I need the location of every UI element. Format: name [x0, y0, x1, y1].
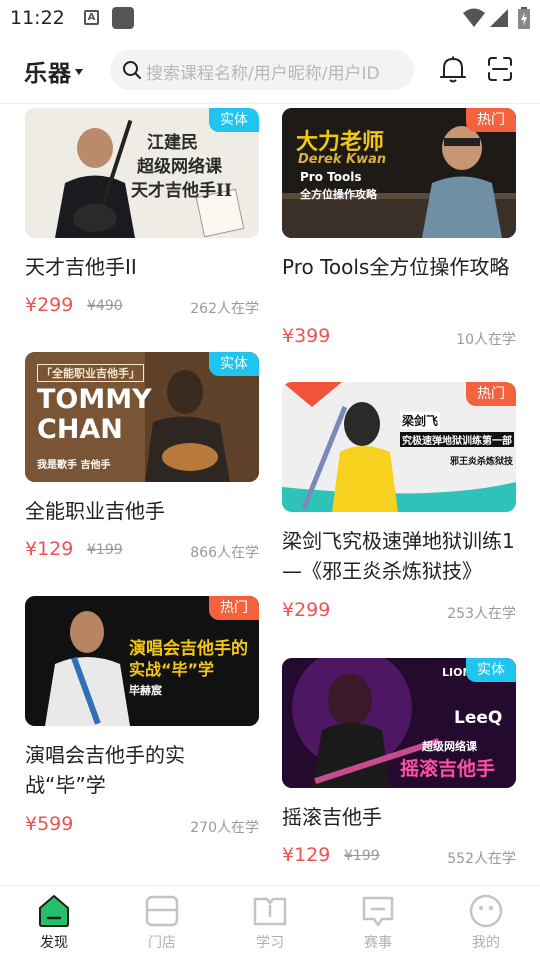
thumb-text: 全方位操作攻略: [300, 188, 377, 201]
thumb-text: 摇滚吉他手: [400, 758, 496, 780]
search-placeholder: 搜索课程名称/用户昵称/用户ID: [146, 64, 380, 84]
tab-discover[interactable]: 发现: [0, 886, 108, 960]
status-badge: 热门: [466, 108, 516, 132]
learner-count: 552人在学: [447, 851, 516, 867]
notification-app-icon: [112, 7, 134, 29]
status-badge: 热门: [466, 382, 516, 406]
store-icon: [145, 895, 179, 927]
course-price: ¥399: [282, 325, 331, 347]
top-header: 乐器 搜索课程名称/用户昵称/用户ID: [0, 36, 540, 104]
thumb-text: 梁剑飞: [400, 412, 441, 429]
learner-count: 866人在学: [190, 545, 259, 561]
scan-icon[interactable]: [487, 56, 513, 82]
thumb-text: 「全能职业吉他手」: [37, 364, 144, 382]
tab-learning[interactable]: 学习: [216, 886, 324, 960]
status-badge: 实体: [209, 352, 259, 376]
original-price: ¥199: [344, 848, 380, 864]
learner-count: 262人在学: [190, 301, 259, 317]
thumb-text: 邪王炎杀炼狱技: [450, 457, 514, 467]
course-title: 梁剑飞究极速弹地狱训练1—《邪王炎杀炼狱技》: [282, 529, 515, 583]
price-row: ¥399 10人在学: [282, 325, 516, 351]
thumb-text: 江建民: [147, 133, 198, 153]
thumb-text: LeeQ: [454, 708, 503, 728]
tab-label: 赛事: [364, 935, 392, 951]
course-price: ¥599: [25, 813, 74, 835]
bottom-tab-bar: 发现 门店 学习 赛事 我的: [0, 885, 540, 960]
tab-label: 我的: [472, 935, 500, 951]
profile-icon: [469, 894, 503, 928]
course-thumbnail: 大力老师 Derek Kwan Pro Tools 全方位操作攻略 热门: [282, 108, 516, 238]
course-thumbnail: 江建民 超级网络课 天才吉他手II 实体: [25, 108, 259, 238]
tab-competition[interactable]: 赛事: [324, 886, 432, 960]
thumb-text: 实战“毕”学: [129, 660, 215, 679]
thumb-text: 究极速弹地狱训练第一部: [400, 432, 514, 447]
status-badge: 实体: [466, 658, 516, 682]
wifi-icon: [463, 8, 485, 27]
thumb-text: Derek Kwan: [298, 152, 387, 167]
status-bar: 11:22 A: [0, 0, 540, 36]
learner-count: 270人在学: [190, 820, 259, 836]
status-badge: 热门: [209, 596, 259, 620]
learner-count: 253人在学: [447, 606, 516, 622]
course-title: 全能职业吉他手: [25, 499, 165, 523]
tab-profile[interactable]: 我的: [432, 886, 540, 960]
course-price: ¥129: [25, 538, 74, 560]
competition-icon: [362, 896, 394, 927]
battery-icon: [518, 7, 530, 29]
course-thumbnail: 梁剑飞 究极速弹地狱训练第一部 邪王炎杀炼狱技 热门: [282, 382, 516, 512]
tab-label: 学习: [256, 935, 284, 951]
thumb-text: 毕赫宸: [129, 684, 162, 697]
course-thumbnail: 「全能职业吉他手」 TOMMY CHAN 我是歌手 吉他手 实体: [25, 352, 259, 482]
notification-a-icon: A: [84, 10, 99, 25]
thumb-text: CHAN: [37, 414, 123, 445]
original-price: ¥199: [87, 542, 123, 558]
thumb-text: Pro Tools: [300, 170, 362, 184]
course-title: 演唱会吉他手的实战“毕”学: [25, 743, 185, 797]
thumb-text: 超级网络课: [137, 157, 222, 177]
tab-label: 门店: [148, 935, 176, 951]
learner-count: 10人在学: [456, 332, 516, 348]
tab-label: 发现: [40, 935, 68, 951]
search-icon: [123, 61, 141, 79]
original-price: ¥490: [87, 298, 123, 314]
price-row: ¥299 ¥490 262人在学: [25, 294, 259, 320]
thumb-text: 我是歌手 吉他手: [37, 460, 111, 471]
category-label: 乐器: [24, 61, 72, 87]
course-price: ¥129: [282, 844, 331, 866]
price-row: ¥129 ¥199 552人在学: [282, 844, 516, 870]
bell-icon[interactable]: [440, 56, 466, 84]
price-row: ¥599 270人在学: [25, 813, 259, 839]
caret-down-icon: [75, 68, 83, 75]
discover-icon: [39, 895, 69, 927]
price-row: ¥299 253人在学: [282, 599, 516, 625]
tab-store[interactable]: 门店: [108, 886, 216, 960]
book-icon: [253, 897, 287, 926]
thumb-text: 天才吉他手II: [131, 181, 232, 201]
price-row: ¥129 ¥199 866人在学: [25, 538, 259, 564]
status-badge: 实体: [209, 108, 259, 132]
thumb-text: 超级网络课: [422, 740, 477, 753]
search-input[interactable]: 搜索课程名称/用户昵称/用户ID: [110, 50, 414, 90]
course-title: Pro Tools全方位操作攻略: [282, 255, 510, 279]
status-time: 11:22: [10, 7, 65, 29]
category-selector[interactable]: 乐器: [24, 54, 83, 88]
course-price: ¥299: [282, 599, 331, 621]
thumb-text: TOMMY: [37, 384, 152, 415]
course-title: 摇滚吉他手: [282, 805, 382, 829]
course-price: ¥299: [25, 294, 74, 316]
course-thumbnail: 演唱会吉他手的 实战“毕”学 毕赫宸 热门: [25, 596, 259, 726]
course-thumbnail: LION LeeQ 超级网络课 摇滚吉他手 实体: [282, 658, 516, 788]
signal-icon: [490, 9, 508, 27]
course-title: 天才吉他手II: [25, 255, 137, 279]
